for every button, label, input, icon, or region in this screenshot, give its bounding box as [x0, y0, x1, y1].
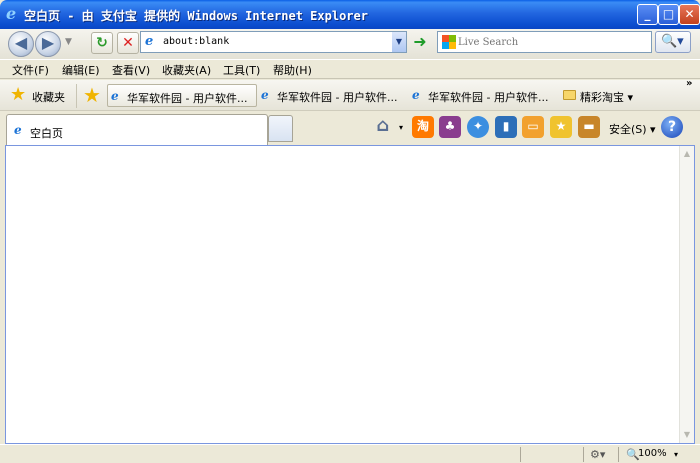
ie-logo-icon: e	[6, 4, 17, 23]
add-favorite-icon[interactable]: ★	[83, 83, 101, 107]
favorite-link-label: 华军软件园 - 用户软件...	[428, 91, 549, 104]
folder-icon	[563, 90, 576, 100]
zoom-dropdown-icon[interactable]: ▾	[674, 450, 678, 459]
address-input[interactable]: about:blank	[163, 36, 229, 47]
page-content[interactable]: ▲ ▼	[5, 145, 695, 444]
divider	[76, 84, 77, 108]
scroll-up-icon[interactable]: ▲	[681, 148, 693, 160]
menu-view[interactable]: 查看(V)	[112, 62, 150, 78]
favorite-link-label: 华军软件园 - 用户软件...	[127, 92, 248, 105]
page-icon: e	[261, 88, 269, 102]
navigation-bar: ◀ ▶ ▼ ↻ ✕ e about:blank ▼ ➜ 🔍▾	[0, 29, 700, 59]
back-button[interactable]: ◀	[8, 31, 34, 57]
taobao-icon[interactable]: 淘	[412, 116, 434, 138]
favorite-link-3[interactable]: e 华军软件园 - 用户软件...	[409, 84, 559, 107]
go-button[interactable]: ➜	[410, 33, 430, 53]
tab-blank-page[interactable]: e 空白页	[6, 114, 268, 145]
refresh-button[interactable]: ↻	[91, 32, 113, 54]
favorites-star-icon[interactable]: ★	[10, 84, 26, 105]
protected-mode-icon[interactable]: ⚙▾	[590, 448, 605, 461]
zoom-level[interactable]: 100%	[638, 448, 667, 459]
recent-pages-dropdown-icon[interactable]: ▼	[65, 37, 72, 47]
favorites-overflow-chevron[interactable]: »	[686, 78, 692, 89]
new-tab-button[interactable]	[268, 115, 293, 142]
help-icon[interactable]: ?	[661, 116, 683, 138]
scroll-down-icon[interactable]: ▼	[681, 429, 693, 441]
favorites-bar: ★ 收藏夹 ★ e 华军软件园 - 用户软件... e 华军软件园 - 用户软件…	[0, 80, 700, 111]
favorite-link-1[interactable]: e 华军软件园 - 用户软件...	[107, 84, 257, 107]
page-icon: e	[145, 34, 154, 49]
menu-tools[interactable]: 工具(T)	[223, 62, 260, 78]
menu-favorites[interactable]: 收藏夹(A)	[162, 62, 211, 78]
card-icon[interactable]: ★	[550, 116, 572, 138]
forward-button[interactable]: ▶	[35, 31, 61, 57]
page-icon: e	[14, 123, 22, 137]
maximize-button[interactable]: □	[658, 4, 679, 25]
divider	[520, 447, 521, 462]
favorite-link-2[interactable]: e 华军软件园 - 用户软件...	[258, 84, 408, 107]
vertical-scrollbar[interactable]: ▲ ▼	[679, 146, 694, 443]
address-bar[interactable]: e about:blank ▼	[140, 31, 407, 53]
wallet-icon[interactable]: ▬	[578, 116, 600, 138]
title-bar: e 空白页 - 由 支付宝 提供的 Windows Internet Explo…	[0, 0, 700, 29]
phone-recharge-icon[interactable]: ▮	[495, 116, 517, 138]
menu-edit[interactable]: 编辑(E)	[62, 62, 100, 78]
menu-file[interactable]: 文件(F)	[12, 62, 49, 78]
live-search-logo-icon	[442, 35, 456, 49]
status-bar: ⚙▾ 🔍 100% ▾	[0, 444, 700, 463]
page-icon: e	[412, 88, 420, 102]
close-button[interactable]: ✕	[679, 4, 700, 25]
shopping-cart-icon[interactable]: ▭	[522, 116, 544, 138]
favorite-link-label: 华军软件园 - 用户软件...	[277, 91, 398, 104]
divider	[583, 447, 584, 462]
tab-label: 空白页	[30, 127, 63, 140]
stop-button[interactable]: ✕	[117, 32, 139, 54]
favorites-button[interactable]: 收藏夹	[32, 89, 65, 105]
search-button[interactable]: 🔍▾	[655, 31, 691, 53]
search-input[interactable]	[458, 35, 643, 49]
favorite-folder-taobao[interactable]: 精彩淘宝 ▾	[580, 89, 633, 105]
home-dropdown-icon[interactable]: ▾	[399, 123, 403, 132]
address-dropdown-icon[interactable]: ▼	[392, 32, 406, 52]
divider	[618, 447, 619, 462]
search-box[interactable]	[437, 31, 652, 53]
aliwangwang-icon[interactable]: ✦	[467, 116, 489, 138]
safety-menu-button[interactable]: 安全(S) ▾	[609, 121, 656, 137]
menu-bar: 文件(F) 编辑(E) 查看(V) 收藏夹(A) 工具(T) 帮助(H)	[0, 59, 700, 79]
window-title: 空白页 - 由 支付宝 提供的 Windows Internet Explore…	[24, 9, 368, 23]
alipay-clover-icon[interactable]: ♣	[439, 116, 461, 138]
page-icon: e	[111, 89, 119, 103]
home-icon[interactable]: ⌂	[372, 116, 394, 138]
minimize-button[interactable]: _	[637, 4, 658, 25]
menu-help[interactable]: 帮助(H)	[273, 62, 312, 78]
tab-bar: e 空白页 ⌂ ▾ 淘 ♣ ✦ ▮ ▭ ★ ▬ 安全(S) ▾ ?	[0, 111, 700, 145]
